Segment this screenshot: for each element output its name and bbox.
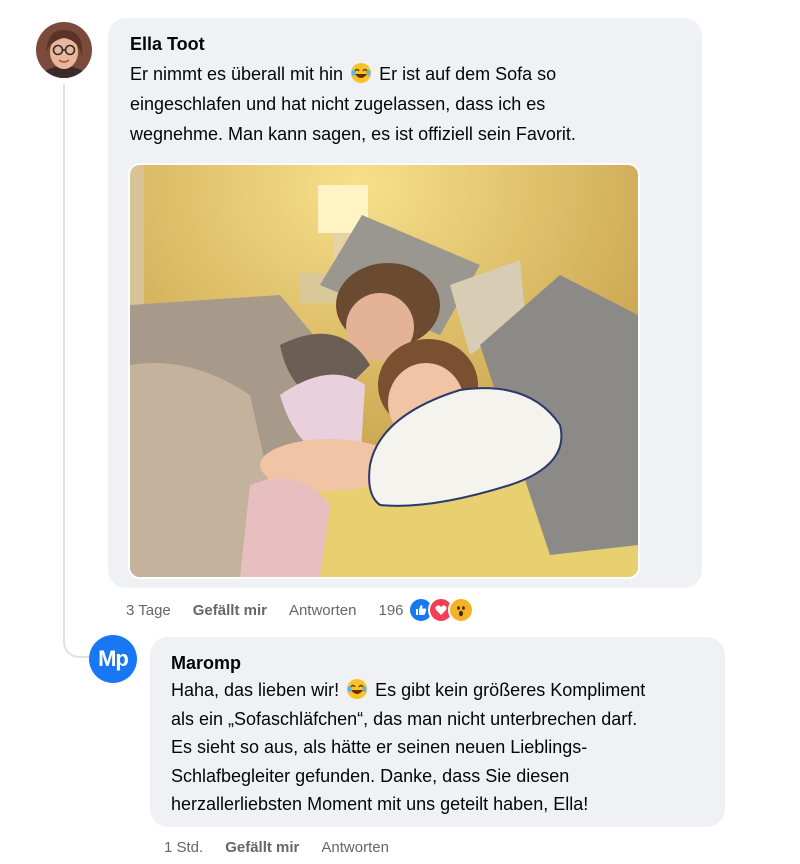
reply-like-button[interactable]: Gefällt mir: [225, 839, 299, 856]
reaction-count[interactable]: 196: [379, 602, 404, 619]
reply-button[interactable]: Antworten: [289, 602, 357, 619]
comment-text-part: Er ist auf dem Sofa so: [379, 64, 557, 84]
avatar-ella[interactable]: [36, 22, 92, 78]
laughing-tears-emoji-icon: [350, 62, 372, 84]
thread-connector-line: [63, 84, 91, 658]
reaction-icons[interactable]: [407, 597, 474, 623]
comment-text-part: Er nimmt es überall mit hin: [130, 64, 344, 84]
reply-text: Haha, das lieben wir! Es gibt kein größe…: [171, 676, 716, 819]
comment-author[interactable]: Ella Toot: [130, 34, 205, 55]
reply-text-part: Es gibt kein größeres Kompliment: [375, 680, 646, 700]
comment-timestamp[interactable]: 3 Tage: [126, 602, 171, 619]
reply-bubble: Maromp Haha, das lieben wir! Es gibt kei…: [150, 637, 725, 827]
reply-text-part: Haha, das lieben wir!: [171, 680, 340, 700]
comment-photo[interactable]: [128, 163, 640, 579]
comment-text-part: eingeschlafen und hat nicht zugelassen, …: [130, 94, 576, 144]
comment-text: Er nimmt es überall mit hin Er ist auf d…: [130, 59, 690, 149]
laughing-tears-emoji-icon: [346, 678, 368, 700]
reply-timestamp[interactable]: 1 Std.: [164, 839, 203, 856]
comment-actions: 3 Tage Gefällt mir Antworten 196: [126, 597, 474, 623]
reply-actions: 1 Std. Gefällt mir Antworten: [164, 835, 411, 859]
like-button[interactable]: Gefällt mir: [193, 602, 267, 619]
avatar-maromp[interactable]: Mp: [89, 635, 137, 683]
reply-author[interactable]: Maromp: [171, 653, 241, 674]
wow-icon: [447, 597, 474, 623]
reply-text-part: als ein „Sofaschläfchen“, das man nicht …: [171, 708, 638, 815]
avatar-initials: Mp: [98, 646, 129, 671]
reply-reply-button[interactable]: Antworten: [321, 839, 389, 856]
